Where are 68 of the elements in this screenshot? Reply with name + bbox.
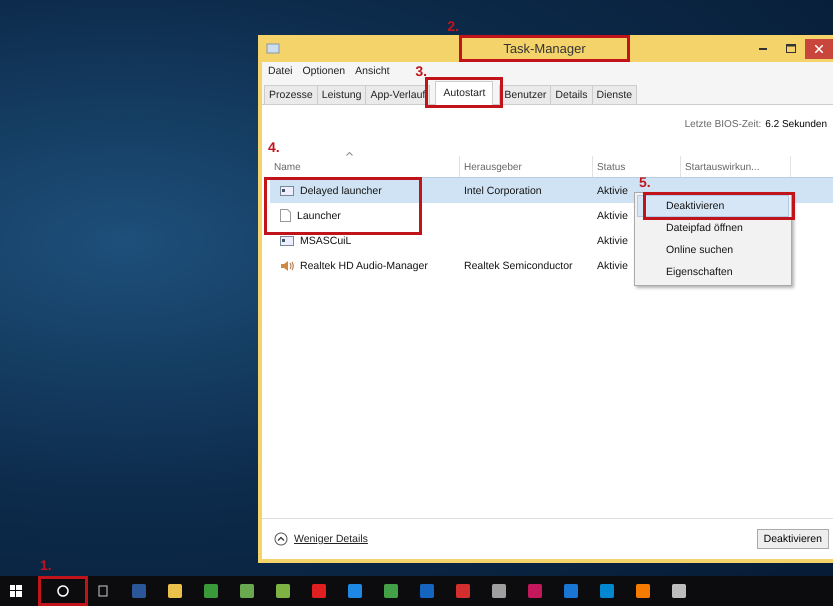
table-cell-text: Realtek Semiconductor — [463, 260, 574, 272]
taskbar-app-icon[interactable] — [528, 584, 542, 598]
tab[interactable]: Autostart — [435, 81, 494, 105]
step-number: 1. — [40, 558, 52, 572]
table-cell[interactable]: Launcher — [270, 203, 345, 228]
document-icon — [280, 209, 291, 222]
taskbar-app-icon[interactable] — [456, 584, 470, 598]
windows-logo-icon[interactable] — [10, 585, 22, 597]
tab[interactable]: Leistung — [316, 85, 366, 104]
table-cell-text: Aktivie — [596, 260, 629, 272]
table-cell[interactable]: Realtek HD Audio-Manager — [270, 253, 432, 278]
context-menu-item[interactable]: Eigenschaften — [637, 261, 789, 283]
minimize-icon — [759, 48, 767, 50]
taskbar-app-icon[interactable] — [348, 584, 362, 598]
column-header[interactable]: Herausgeber — [460, 156, 593, 177]
fewer-details-link[interactable]: Weniger Details — [294, 533, 368, 545]
sort-caret-icon — [346, 152, 353, 156]
menu-item[interactable]: Datei — [268, 65, 293, 77]
taskbar-app-icon[interactable] — [384, 584, 398, 598]
column-header[interactable]: Status — [593, 156, 681, 177]
taskbar-app-icon[interactable] — [420, 584, 434, 598]
close-button[interactable] — [805, 38, 833, 58]
table-cell-text: Aktivie — [596, 234, 629, 246]
taskbar-app-icon[interactable] — [276, 584, 290, 598]
menu-item[interactable]: Optionen — [302, 65, 346, 77]
highlight-frame — [38, 576, 88, 606]
program-icon — [280, 186, 294, 196]
taskbar-app-icon[interactable] — [600, 584, 614, 598]
table-cell[interactable]: MSASCuiL — [270, 228, 356, 253]
context-menu-item[interactable]: Dateipfad öffnen — [637, 217, 789, 239]
maximize-icon — [786, 44, 796, 53]
menu-item[interactable]: Ansicht — [355, 65, 390, 77]
tab[interactable]: Prozesse — [264, 85, 318, 104]
taskbar-app-icon[interactable] — [132, 584, 146, 598]
table-cell-text: Aktivie — [596, 210, 629, 222]
taskbar-app-icon[interactable] — [564, 584, 578, 598]
task-view-icon[interactable] — [96, 585, 110, 597]
table-cell-text: Intel Corporation — [463, 184, 543, 196]
disable-button[interactable]: Deaktivieren — [756, 529, 829, 549]
step-number: 5. — [639, 175, 651, 189]
column-header[interactable]: Startauswirkun... — [681, 156, 791, 177]
bios-time-value: 6.2 Sekunden — [765, 119, 827, 130]
collapse-icon[interactable] — [274, 532, 288, 546]
tab[interactable]: Details — [550, 85, 593, 104]
step-number: 3. — [415, 64, 428, 78]
search-icon[interactable] — [56, 584, 70, 598]
taskbar-app-icon[interactable] — [636, 584, 650, 598]
taskbar-app-icon[interactable] — [204, 584, 218, 598]
tab[interactable]: Benutzer — [499, 85, 552, 104]
taskbar-app-icon[interactable] — [168, 584, 182, 598]
column-header[interactable]: Name — [270, 156, 460, 177]
context-menu-item[interactable]: Online suchen — [637, 239, 789, 261]
context-menu-item[interactable]: Deaktivieren — [637, 195, 789, 217]
tab[interactable]: App-Verlauf — [365, 85, 430, 104]
table-cell-text: Aktivie — [596, 184, 629, 196]
app-icon — [266, 42, 280, 54]
step-number: 2. — [447, 18, 459, 33]
program-icon — [280, 236, 294, 246]
bios-time-label: Letzte BIOS-Zeit: — [684, 119, 762, 130]
taskbar-app-icon[interactable] — [312, 584, 326, 598]
tab[interactable]: Dienste — [592, 85, 638, 104]
taskbar-app-icon[interactable] — [240, 584, 254, 598]
taskbar-app-icon[interactable] — [672, 584, 686, 598]
speaker-icon — [280, 260, 294, 272]
window-title: Task-Manager — [503, 40, 586, 56]
taskbar-app-icon[interactable] — [492, 584, 506, 598]
close-icon — [815, 44, 823, 52]
step-number: 4. — [268, 140, 280, 154]
